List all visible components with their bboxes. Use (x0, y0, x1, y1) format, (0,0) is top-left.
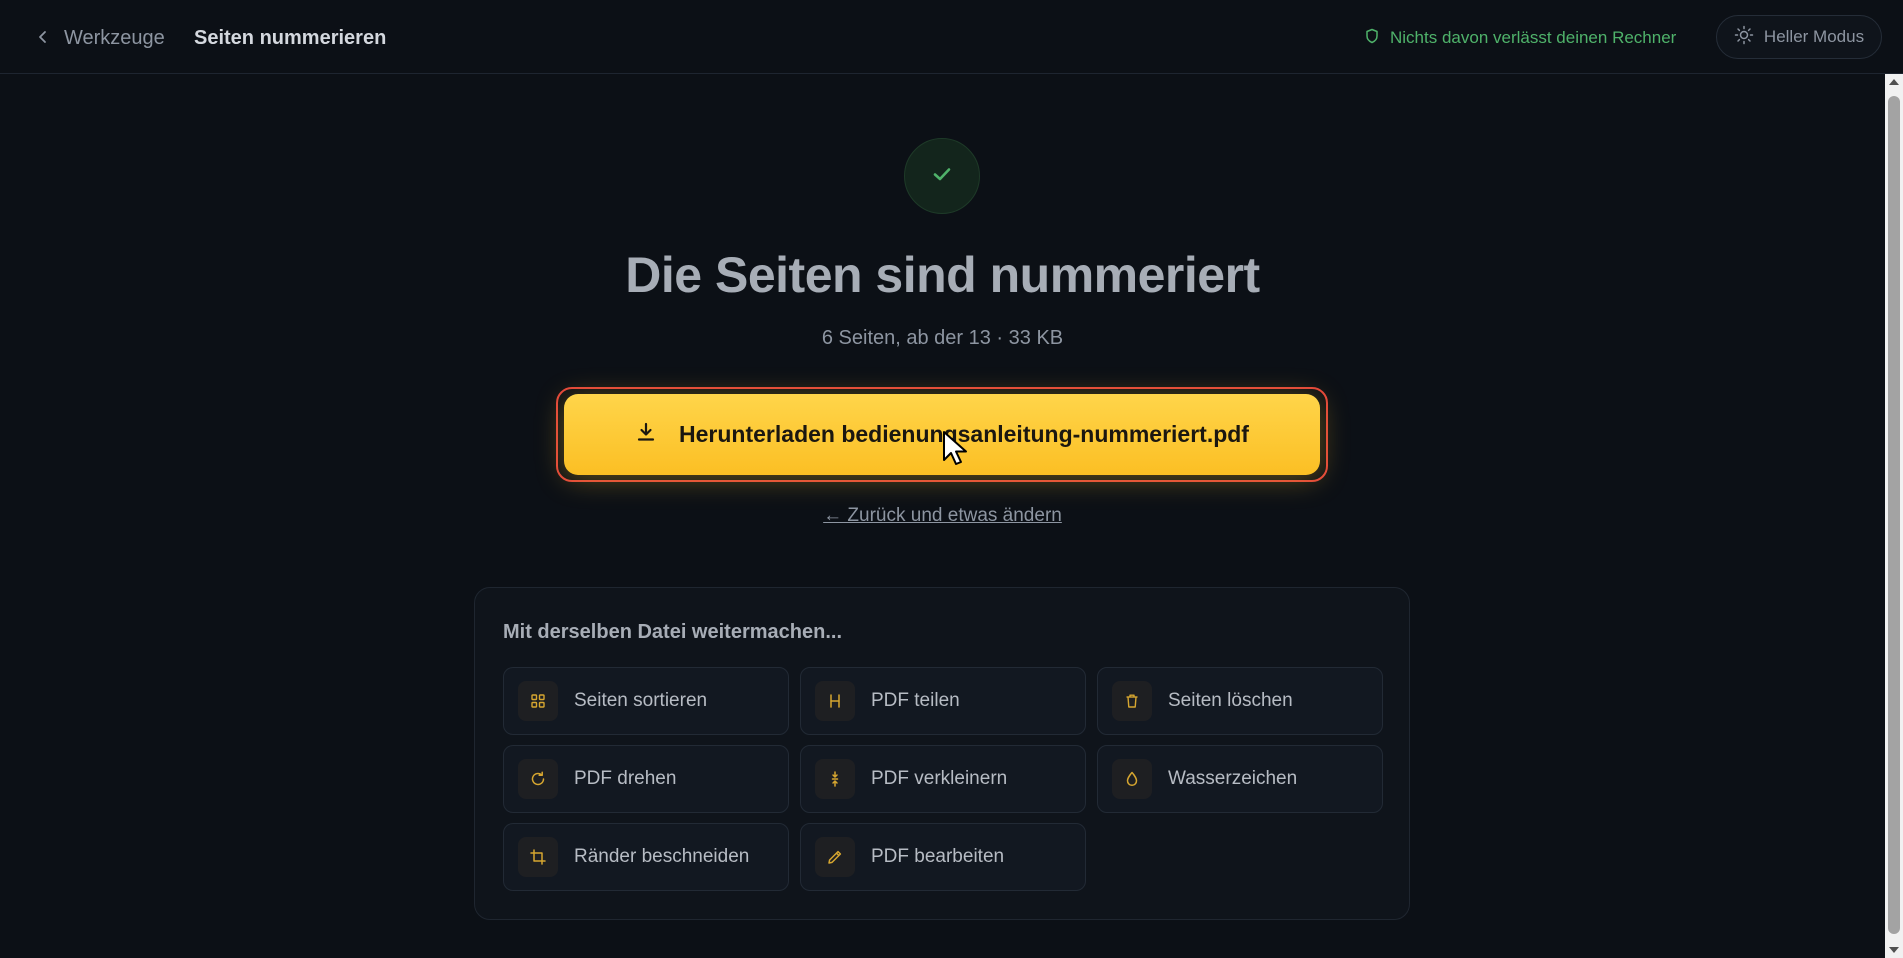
back-and-change-link[interactable]: ← Zurück und etwas ändern (823, 505, 1062, 526)
tool-pdf-bearbeiten[interactable]: PDF bearbeiten (800, 823, 1086, 891)
page-title: Seiten nummerieren (194, 26, 387, 49)
tool-pdf-drehen[interactable]: PDF drehen (503, 745, 789, 813)
page-scrollbar[interactable] (1885, 74, 1903, 958)
chevron-left-icon (36, 27, 50, 50)
scrollbar-thumb[interactable] (1888, 96, 1900, 934)
continue-title: Mit derselben Datei weitermachen... (503, 621, 842, 643)
download-icon (635, 421, 657, 449)
grid-icon (518, 681, 558, 721)
compress-icon (815, 759, 855, 799)
tool-pdf-teilen[interactable]: PDF teilen (800, 667, 1086, 735)
sun-icon (1734, 25, 1754, 50)
crop-icon (518, 837, 558, 877)
scroll-up-arrow-icon[interactable] (1885, 74, 1903, 90)
split-icon (815, 681, 855, 721)
checkmark-icon (929, 161, 955, 192)
rotate-icon (518, 759, 558, 799)
droplet-icon (1112, 759, 1152, 799)
result-summary: 6 Seiten, ab der 13 · 33 KB (821, 327, 1064, 349)
success-badge (904, 138, 980, 214)
tool-wasserzeichen[interactable]: Wasserzeichen (1097, 745, 1383, 813)
tool-seiten-loeschen[interactable]: Seiten löschen (1097, 667, 1383, 735)
download-button-label: Herunterladen bedienungsanleitung-nummer… (679, 421, 1249, 447)
tool-label: PDF verkleinern (871, 768, 1008, 789)
tool-label: Ränder beschneiden (574, 846, 750, 867)
tool-label: Seiten löschen (1168, 690, 1293, 711)
light-mode-toggle-button[interactable]: Heller Modus (1716, 15, 1882, 59)
tool-label: PDF bearbeiten (871, 846, 1005, 867)
tool-label: PDF teilen (871, 690, 960, 711)
back-and-change-row: ← Zurück und etwas ändern (0, 505, 1885, 527)
continue-with-file-card: Mit derselben Datei weitermachen... Seit… (474, 587, 1410, 920)
tool-label: Wasserzeichen (1168, 768, 1298, 789)
tool-label: Seiten sortieren (574, 690, 708, 711)
result-headline: Die Seiten sind nummeriert (625, 247, 1260, 303)
privacy-note: Nichts davon verlässt deinen Rechner (1364, 24, 1676, 52)
back-to-tools-link[interactable]: Werkzeuge (36, 24, 165, 52)
light-mode-label: Heller Modus (1763, 27, 1865, 46)
scroll-down-arrow-icon[interactable] (1885, 942, 1903, 958)
download-button[interactable]: Herunterladen bedienungsanleitung-nummer… (564, 394, 1320, 475)
top-bar: Werkzeuge Seiten nummerieren Nichts davo… (0, 0, 1903, 74)
tool-seiten-sortieren[interactable]: Seiten sortieren (503, 667, 789, 735)
back-link-label: Werkzeuge (64, 26, 165, 49)
trash-icon (1112, 681, 1152, 721)
privacy-note-text: Nichts davon verlässt deinen Rechner (1390, 28, 1677, 47)
shield-icon (1364, 28, 1380, 49)
tool-raender-beschneiden[interactable]: Ränder beschneiden (503, 823, 789, 891)
tool-pdf-verkleinern[interactable]: PDF verkleinern (800, 745, 1086, 813)
tool-label: PDF drehen (574, 768, 677, 789)
pencil-icon (815, 837, 855, 877)
